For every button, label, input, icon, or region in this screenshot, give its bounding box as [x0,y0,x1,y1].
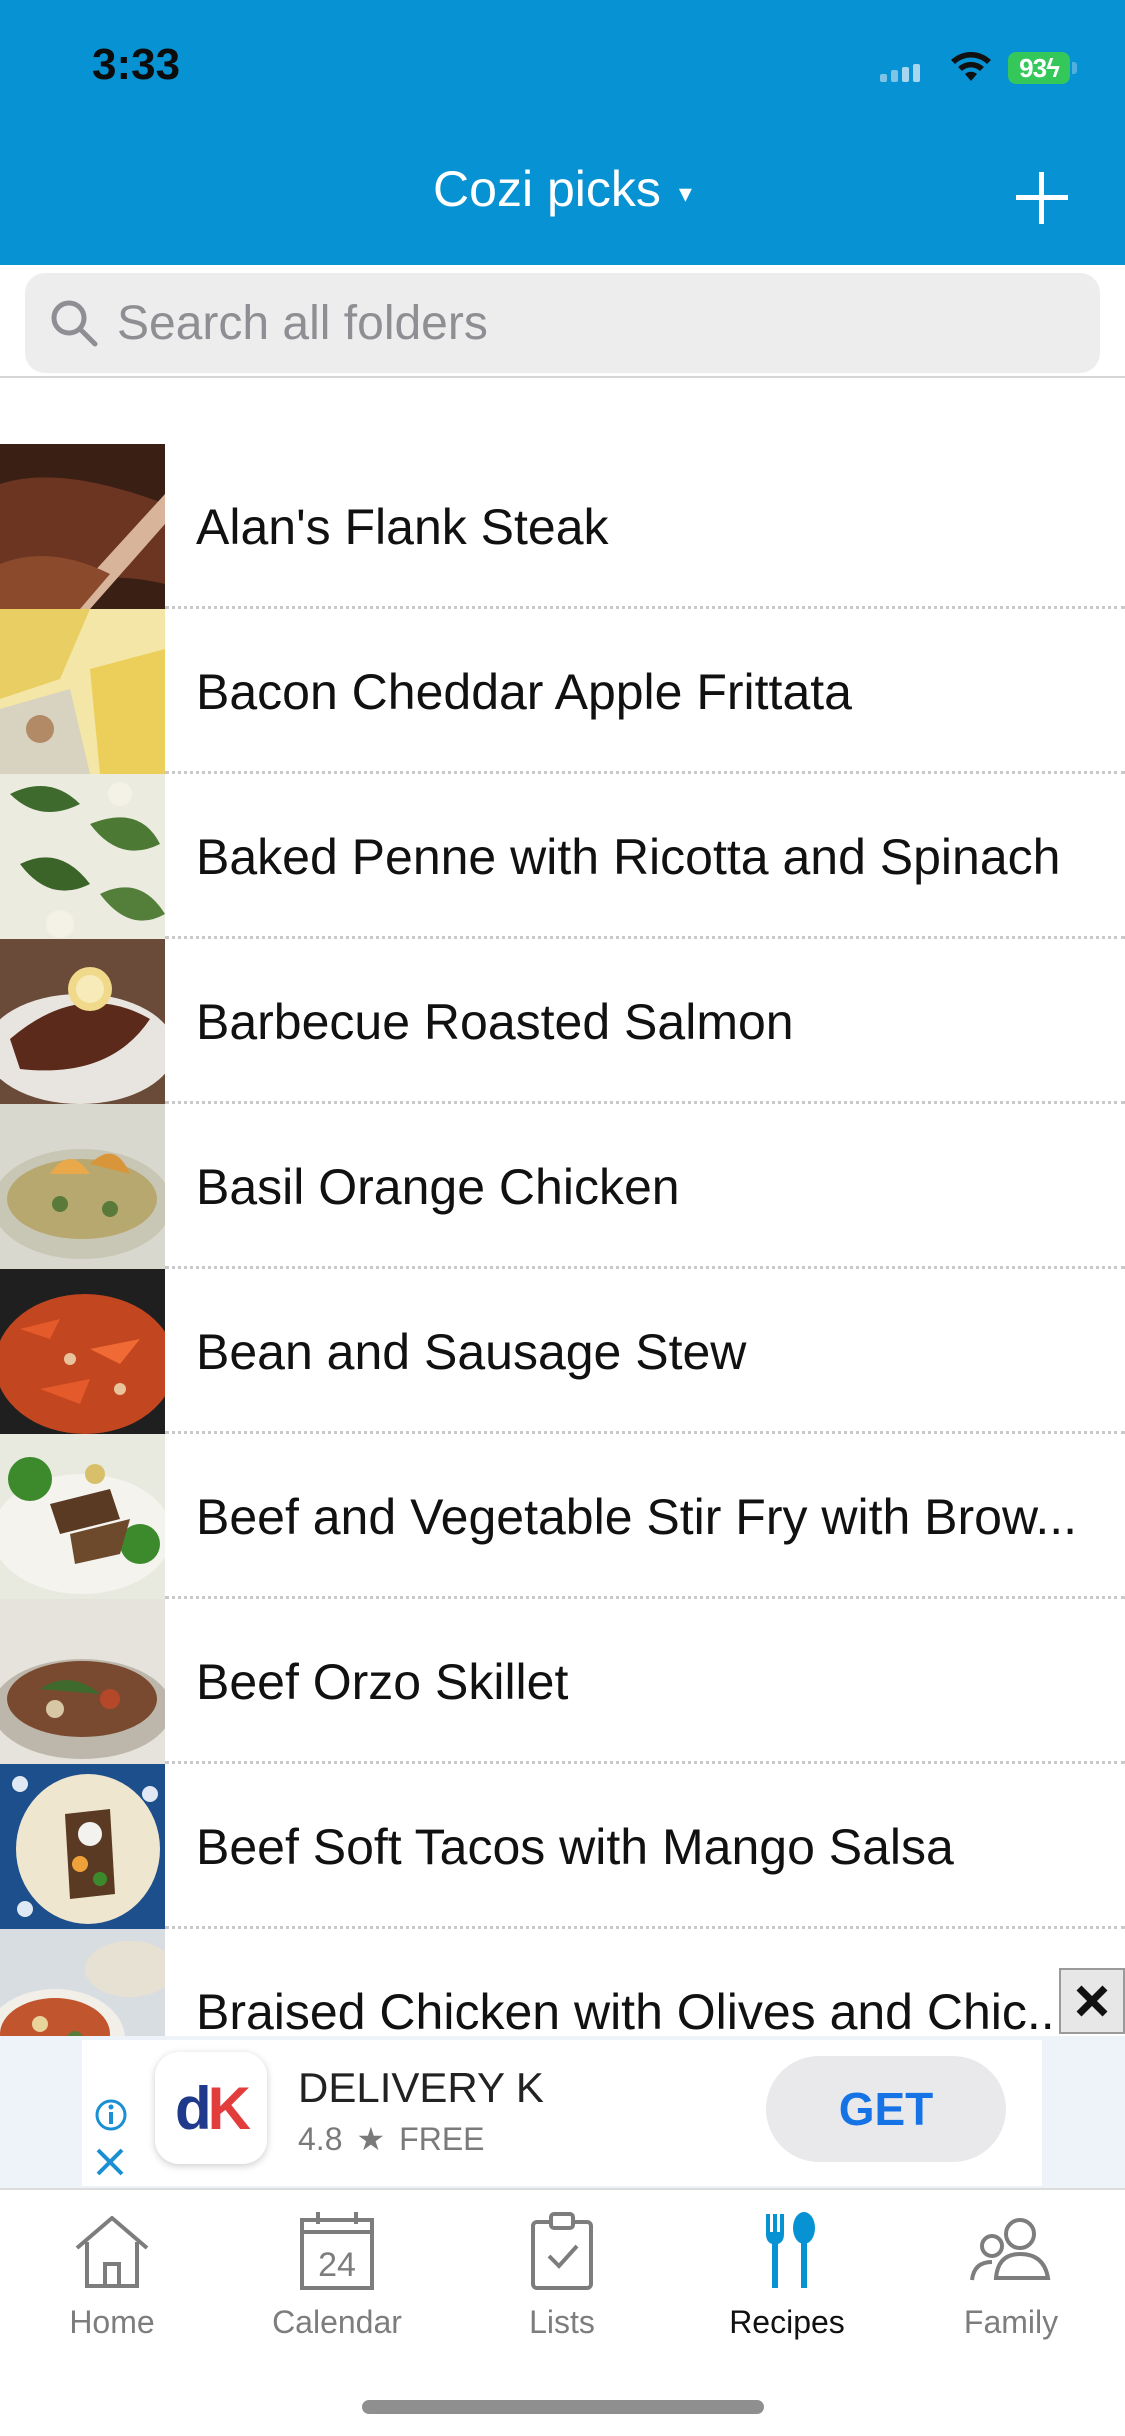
recipe-row[interactable]: Bacon Cheddar Apple Frittata [0,609,1125,774]
search-icon [51,300,98,347]
ad-dismiss-icon[interactable] [94,2146,126,2178]
ad-rating: 4.8 [298,2120,343,2157]
ad-app-name[interactable]: DELIVERY K [298,2064,544,2112]
people-icon [970,2218,1051,2281]
recipe-thumbnail [0,939,165,1104]
ad-logo-d: d [175,2074,212,2142]
recipe-thumbnail [0,609,165,774]
recipe-row[interactable]: Barbecue Roasted Salmon [0,939,1125,1104]
tab-label: Recipes [729,2304,845,2340]
dropdown-caret-icon[interactable]: ▾ [679,178,692,209]
tab-label: Home [69,2304,155,2340]
tab-label: Calendar [272,2304,402,2340]
clipboard-check-icon [531,2212,593,2290]
info-icon[interactable] [94,2098,128,2132]
recipe-row[interactable]: Alan's Flank Steak [0,444,1125,609]
recipe-row[interactable]: Bean and Sausage Stew [0,1269,1125,1434]
search-input[interactable] [117,295,1017,351]
search-box[interactable] [25,273,1100,373]
battery-tip [1072,62,1077,74]
recipe-thumbnail [0,1764,165,1929]
app-header: 3:33 93 ϟ Cozi picks ▾ [0,0,1125,265]
star-icon: ★ [356,2121,386,2157]
recipe-thumbnail [0,1434,165,1599]
app-screen: 3:33 93 ϟ Cozi picks ▾ Search all folder… [0,0,1125,2436]
recipe-name[interactable]: Basil Orange Chicken [196,1158,1096,1216]
cellular-signal-icon [880,64,920,82]
recipe-row[interactable]: Baked Penne with Ricotta and Spinach [0,774,1125,939]
fork-spoon-icon [766,2212,815,2288]
ad-get-button[interactable]: GET [766,2056,1006,2162]
recipe-row[interactable]: Beef and Vegetable Stir Fry with Brow... [0,1434,1125,1599]
recipe-name[interactable]: Beef Orzo Skillet [196,1653,1096,1711]
recipe-name[interactable]: Beef Soft Tacos with Mango Salsa [196,1818,1096,1876]
ad-close-button[interactable] [1059,1968,1125,2034]
calendar-day: 24 [318,2246,356,2284]
recipe-name[interactable]: Braised Chicken with Olives and Chic... [196,1983,1096,2041]
recipe-thumbnail [0,1269,165,1434]
tab-lists[interactable]: Lists [472,2208,652,2358]
folder-selector[interactable]: Cozi picks ▾ [0,160,1125,218]
tab-calendar[interactable]: 24 Calendar [247,2208,427,2358]
battery-icon: 93 ϟ [1008,52,1070,84]
recipe-name[interactable]: Beef and Vegetable Stir Fry with Brow... [196,1488,1096,1546]
battery-level: 93 [1019,52,1047,83]
recipe-name[interactable]: Barbecue Roasted Salmon [196,993,1096,1051]
recipe-thumbnail [0,774,165,939]
recipe-row[interactable]: Beef Orzo Skillet [0,1599,1125,1764]
ad-app-meta: 4.8 ★ FREE [298,2120,485,2158]
page-title[interactable]: Cozi picks [433,160,661,218]
search-bar [0,265,1125,378]
recipe-list: Alan's Flank Steak Bacon Cheddar Apple F… [0,444,1125,2094]
ad-logo-k: K [207,2074,251,2142]
ad-price: FREE [399,2120,485,2157]
calendar-icon: 24 [300,2212,374,2290]
add-recipe-button[interactable] [1012,168,1072,228]
tab-recipes[interactable]: Recipes [697,2208,877,2358]
ad-app-logo[interactable]: dK [155,2052,267,2164]
recipe-name[interactable]: Alan's Flank Steak [196,498,1096,556]
home-indicator[interactable] [362,2400,764,2414]
recipe-name[interactable]: Bean and Sausage Stew [196,1323,1096,1381]
status-time: 3:33 [92,40,181,89]
recipe-name[interactable]: Bacon Cheddar Apple Frittata [196,663,1096,721]
tab-home[interactable]: Home [22,2208,202,2358]
close-icon [1076,1985,1108,2017]
recipe-name[interactable]: Baked Penne with Ricotta and Spinach [196,828,1096,886]
tab-family[interactable]: Family [921,2208,1101,2358]
recipe-thumbnail [0,444,165,609]
recipe-thumbnail [0,1104,165,1269]
tab-label: Family [963,2304,1059,2340]
tab-bar: Home 24 Calendar Lists Recipes Family [0,2188,1125,2436]
home-icon [75,2216,149,2288]
recipe-row[interactable]: Basil Orange Chicken [0,1104,1125,1269]
charging-bolt-icon: ϟ [1046,52,1060,83]
tab-label: Lists [529,2304,595,2340]
recipe-row[interactable]: Beef Soft Tacos with Mango Salsa [0,1764,1125,1929]
recipe-thumbnail [0,1599,165,1764]
wifi-icon [951,52,991,81]
